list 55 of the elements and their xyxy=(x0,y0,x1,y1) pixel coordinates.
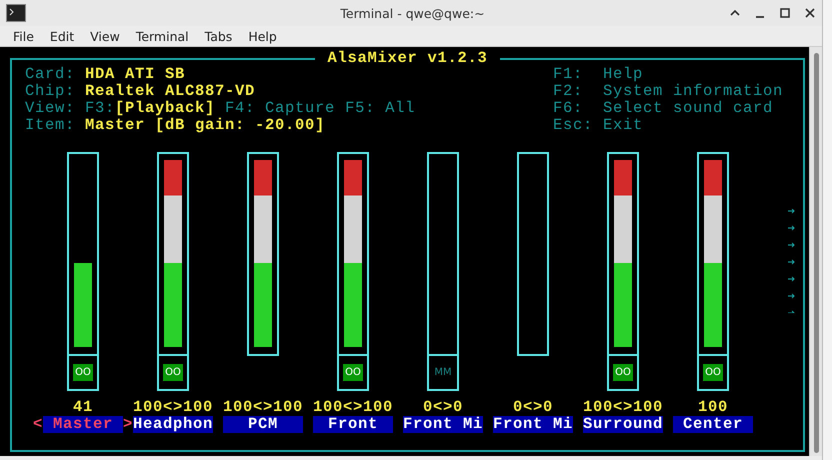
channel-value: 100<>100 xyxy=(222,399,303,416)
key-action: Exit xyxy=(603,116,644,134)
mute-switch[interactable]: OO xyxy=(703,364,723,381)
channel-value: 100 xyxy=(698,399,728,416)
close-icon[interactable] xyxy=(804,7,816,19)
channel-name[interactable]: Center xyxy=(673,416,753,433)
view-option[interactable]: F5: All xyxy=(345,99,416,117)
key-label: F1: xyxy=(553,66,584,83)
info-label: Item: xyxy=(25,116,76,134)
menu-item[interactable]: Help xyxy=(240,28,285,44)
key-action: Select sound card xyxy=(603,99,774,117)
key-action: System information xyxy=(603,82,784,100)
menu-item[interactable]: Terminal xyxy=(128,28,197,44)
channel-name[interactable]: Master xyxy=(43,416,123,433)
key-label: F6: xyxy=(553,100,584,117)
info-label: Chip: xyxy=(25,82,76,100)
info-value: Master [dB gain: -20.00] xyxy=(85,116,326,134)
mute-switch[interactable]: OO xyxy=(73,364,93,381)
info-label: Card: xyxy=(25,65,76,83)
selection-arrow: > xyxy=(122,416,133,433)
channel-name[interactable]: Front Mi xyxy=(493,416,573,433)
menu-item[interactable]: Edit xyxy=(42,28,82,44)
channel-value: 100<>100 xyxy=(132,399,213,416)
view-option[interactable]: F3: xyxy=(85,99,116,117)
mute-switch[interactable]: OO xyxy=(343,364,363,381)
menu-item[interactable]: File xyxy=(5,28,42,44)
menu-item[interactable]: Tabs xyxy=(196,28,240,44)
channel-name[interactable]: Front Mi xyxy=(403,416,483,433)
window-title: Terminal - qwe@qwe:~ xyxy=(339,6,485,20)
mixer-title: AlsaMixer v1.2.3 xyxy=(326,50,489,67)
key-label: F2: xyxy=(553,83,584,100)
channel-value: 0<>0 xyxy=(422,399,463,416)
terminal-icon xyxy=(6,4,26,22)
channel-value: 41 xyxy=(72,399,93,416)
view-option[interactable]: F4: Capture xyxy=(225,99,336,117)
scrollbar[interactable] xyxy=(809,47,822,456)
key-label: Esc: xyxy=(553,117,594,134)
key-action: Help xyxy=(603,65,644,83)
selection-arrow: < xyxy=(33,416,44,433)
mute-switch[interactable]: MM xyxy=(432,364,454,381)
info-label: View: xyxy=(25,99,76,117)
channel-value: 100<>100 xyxy=(582,399,663,416)
channel-name[interactable]: Surround xyxy=(583,416,663,433)
view-option[interactable]: [Playback] xyxy=(115,99,216,117)
channel-value: 100<>100 xyxy=(312,399,393,416)
channel-name[interactable]: PCM xyxy=(223,416,303,433)
info-value: Realtek ALC887-VD xyxy=(85,82,256,100)
channel-value: 0<>0 xyxy=(512,399,553,416)
menu-item[interactable]: View xyxy=(82,28,128,44)
maximize-icon[interactable] xyxy=(778,7,791,19)
info-value: HDA ATI SB xyxy=(85,65,186,83)
mute-switch[interactable]: OO xyxy=(163,364,183,381)
mute-switch[interactable]: OO xyxy=(613,364,633,381)
channel-name[interactable]: Headphon xyxy=(133,416,213,433)
channel-name[interactable]: Front xyxy=(313,416,393,433)
